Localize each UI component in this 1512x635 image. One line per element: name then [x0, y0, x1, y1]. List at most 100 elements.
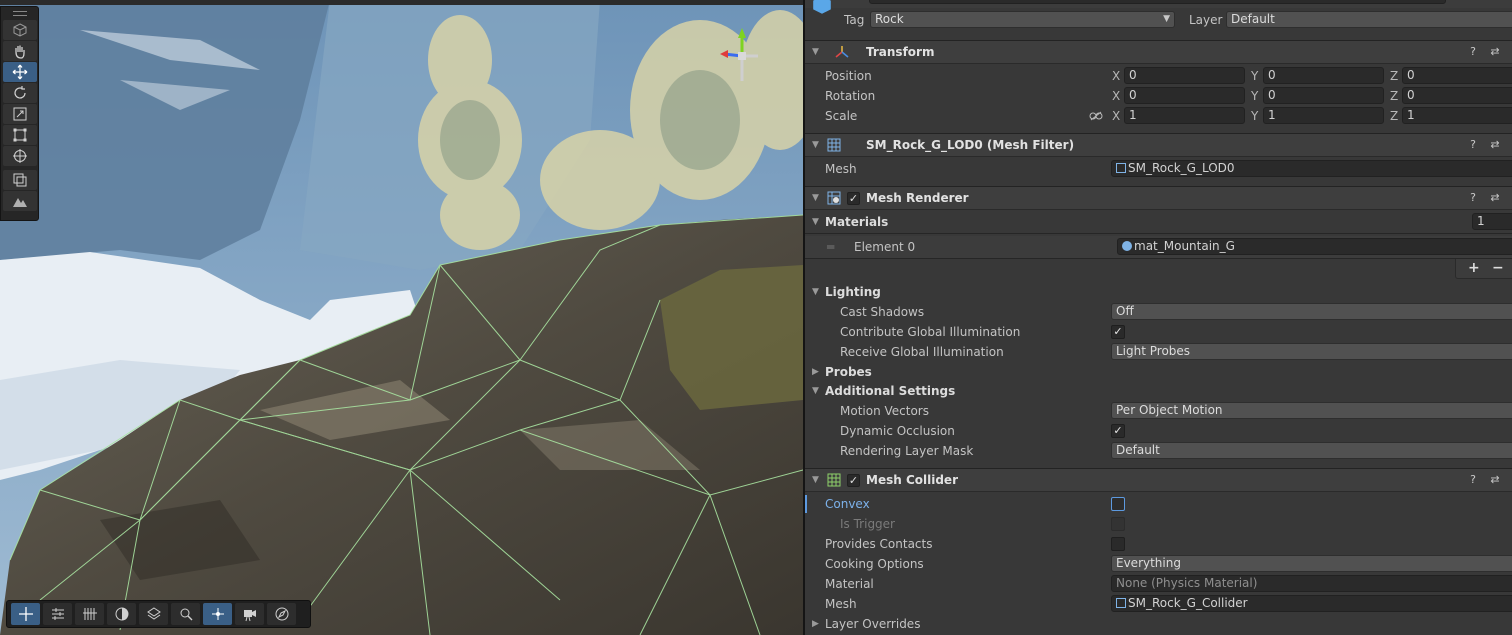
- material-value: mat_Mountain_G: [1134, 239, 1235, 253]
- scale-y-field[interactable]: 1: [1263, 107, 1384, 124]
- position-y-axis-label[interactable]: Y: [1251, 69, 1258, 83]
- position-z-field[interactable]: 0: [1402, 67, 1512, 84]
- position-y-field[interactable]: 0: [1263, 67, 1384, 84]
- orientation-gizmo-icon[interactable]: [712, 26, 762, 86]
- move-icon[interactable]: [3, 62, 37, 82]
- help-icon[interactable]: ?: [1466, 45, 1480, 58]
- help-icon[interactable]: ?: [1466, 473, 1480, 486]
- scene-overlay-toolbar[interactable]: [6, 600, 311, 628]
- presets-icon[interactable]: ⇄: [1488, 138, 1502, 151]
- scale-icon[interactable]: [3, 104, 37, 124]
- compass-icon[interactable]: [267, 603, 296, 625]
- align-icon[interactable]: [43, 603, 72, 625]
- materials-count-field[interactable]: 1: [1472, 213, 1512, 230]
- presets-icon[interactable]: ⇄: [1488, 45, 1502, 58]
- position-x-field[interactable]: 0: [1124, 67, 1245, 84]
- view-cube-icon[interactable]: [3, 20, 37, 40]
- terrain-tool-icon[interactable]: [3, 191, 37, 211]
- tag-dropdown[interactable]: Rock ▼: [870, 11, 1175, 28]
- mesh-collider-enabled-checkbox[interactable]: ✓: [847, 474, 860, 487]
- mesh-object-field[interactable]: SM_Rock_G_LOD0: [1111, 160, 1512, 177]
- is-trigger-checkbox: [1111, 517, 1125, 531]
- modified-indicator: [805, 495, 807, 513]
- mesh-label: Mesh: [825, 162, 857, 176]
- move-tool-icon[interactable]: [11, 603, 40, 625]
- scale-x-axis-label[interactable]: X: [1112, 109, 1120, 123]
- scale-z-field[interactable]: 1: [1402, 107, 1512, 124]
- rotation-x-field[interactable]: 0: [1124, 87, 1245, 104]
- inspector-panel[interactable]: Tag Rock▼ Layer Default ▼ Transform ?⇄⋮ …: [803, 0, 1512, 635]
- foldout-arrow-icon[interactable]: ▼: [812, 47, 819, 57]
- foldout-arrow-icon[interactable]: ▼: [812, 193, 819, 203]
- hand-icon[interactable]: [3, 41, 37, 61]
- convex-checkbox[interactable]: [1111, 497, 1125, 511]
- collider-mesh-label: Mesh: [825, 597, 857, 611]
- shading-icon[interactable]: [107, 603, 136, 625]
- layers-icon[interactable]: [139, 603, 168, 625]
- rotate-icon[interactable]: [3, 83, 37, 103]
- position-label: Position: [825, 69, 872, 83]
- scene-top-strip: [0, 0, 803, 5]
- rotation-z-axis-label[interactable]: Z: [1390, 89, 1398, 103]
- tools-overlay[interactable]: [0, 6, 39, 221]
- lighting-foldout-icon[interactable]: ▼: [812, 287, 819, 297]
- rect-transform-icon[interactable]: [3, 125, 37, 145]
- layer-dropdown[interactable]: Default: [1226, 11, 1512, 28]
- pivot-icon[interactable]: [203, 603, 232, 625]
- mesh-collider-header[interactable]: ▼ ✓ Mesh Collider ?⇄⋮: [805, 468, 1512, 492]
- scale-z-axis-label[interactable]: Z: [1390, 109, 1398, 123]
- mesh-renderer-header[interactable]: ▼ ✓ Mesh Renderer ?⇄⋮: [805, 186, 1512, 210]
- provides-contacts-checkbox[interactable]: [1111, 537, 1125, 551]
- lighting-label: Lighting: [825, 285, 881, 299]
- tools-overlay-grip[interactable]: [1, 7, 38, 19]
- receive-gi-dropdown[interactable]: Light Probes: [1111, 343, 1512, 360]
- add-element-button[interactable]: +: [1468, 260, 1480, 276]
- presets-icon[interactable]: ⇄: [1488, 473, 1502, 486]
- mesh-renderer-title: Mesh Renderer: [866, 191, 969, 205]
- scene-view[interactable]: [0, 0, 803, 635]
- rotation-z-field[interactable]: 0: [1402, 87, 1512, 104]
- material-object-field[interactable]: mat_Mountain_G: [1117, 238, 1512, 255]
- collider-material-field[interactable]: None (Physics Material): [1111, 575, 1512, 592]
- cast-shadows-dropdown[interactable]: Off: [1111, 303, 1512, 320]
- rotation-x-axis-label[interactable]: X: [1112, 89, 1120, 103]
- foldout-arrow-icon[interactable]: ▼: [812, 475, 819, 485]
- position-z-axis-label[interactable]: Z: [1390, 69, 1398, 83]
- position-x-axis-label[interactable]: X: [1112, 69, 1120, 83]
- scale-y-axis-label[interactable]: Y: [1251, 109, 1258, 123]
- search-icon[interactable]: [171, 603, 200, 625]
- scale-x-field[interactable]: 1: [1124, 107, 1245, 124]
- help-icon[interactable]: ?: [1466, 191, 1480, 204]
- help-icon[interactable]: ?: [1466, 138, 1480, 151]
- layer-overrides-foldout-icon[interactable]: ▶: [812, 619, 819, 629]
- transform-icon[interactable]: [3, 146, 37, 166]
- convex-label: Convex: [825, 497, 870, 511]
- rendering-layer-mask-dropdown[interactable]: Default: [1111, 442, 1512, 459]
- mesh-renderer-enabled-checkbox[interactable]: ✓: [847, 192, 860, 205]
- materials-foldout-icon[interactable]: ▼: [812, 217, 819, 227]
- object-name-field[interactable]: [869, 0, 1446, 4]
- dynamic-occlusion-checkbox[interactable]: ✓: [1111, 424, 1125, 438]
- custom-tool-icon[interactable]: [3, 170, 37, 190]
- rotation-y-field[interactable]: 0: [1263, 87, 1384, 104]
- provides-contacts-label: Provides Contacts: [825, 537, 933, 551]
- motion-vectors-dropdown[interactable]: Per Object Motion: [1111, 402, 1512, 419]
- presets-icon[interactable]: ⇄: [1488, 191, 1502, 204]
- link-icon[interactable]: [1089, 111, 1103, 121]
- material-element-row[interactable]: ═ Element 0 mat_Mountain_G: [805, 236, 1512, 258]
- mesh-filter-header[interactable]: ▼ SM_Rock_G_LOD0 (Mesh Filter) ?⇄⋮: [805, 133, 1512, 157]
- collider-material-label: Material: [825, 577, 874, 591]
- grid-snap-icon[interactable]: [75, 603, 104, 625]
- foldout-arrow-icon[interactable]: ▼: [812, 140, 819, 150]
- rotation-y-axis-label[interactable]: Y: [1251, 89, 1258, 103]
- contribute-gi-checkbox[interactable]: ✓: [1111, 325, 1125, 339]
- collider-mesh-field[interactable]: SM_Rock_G_Collider: [1111, 595, 1512, 612]
- camera-icon[interactable]: [235, 603, 264, 625]
- probes-foldout-icon[interactable]: ▶: [812, 367, 819, 377]
- additional-settings-foldout-icon[interactable]: ▼: [812, 386, 819, 396]
- transform-header[interactable]: ▼ Transform ?⇄⋮: [805, 40, 1512, 64]
- remove-element-button[interactable]: −: [1492, 260, 1504, 276]
- drag-handle-icon[interactable]: ═: [827, 240, 834, 254]
- cooking-options-dropdown[interactable]: Everything: [1111, 555, 1512, 572]
- additional-settings-label: Additional Settings: [825, 384, 956, 398]
